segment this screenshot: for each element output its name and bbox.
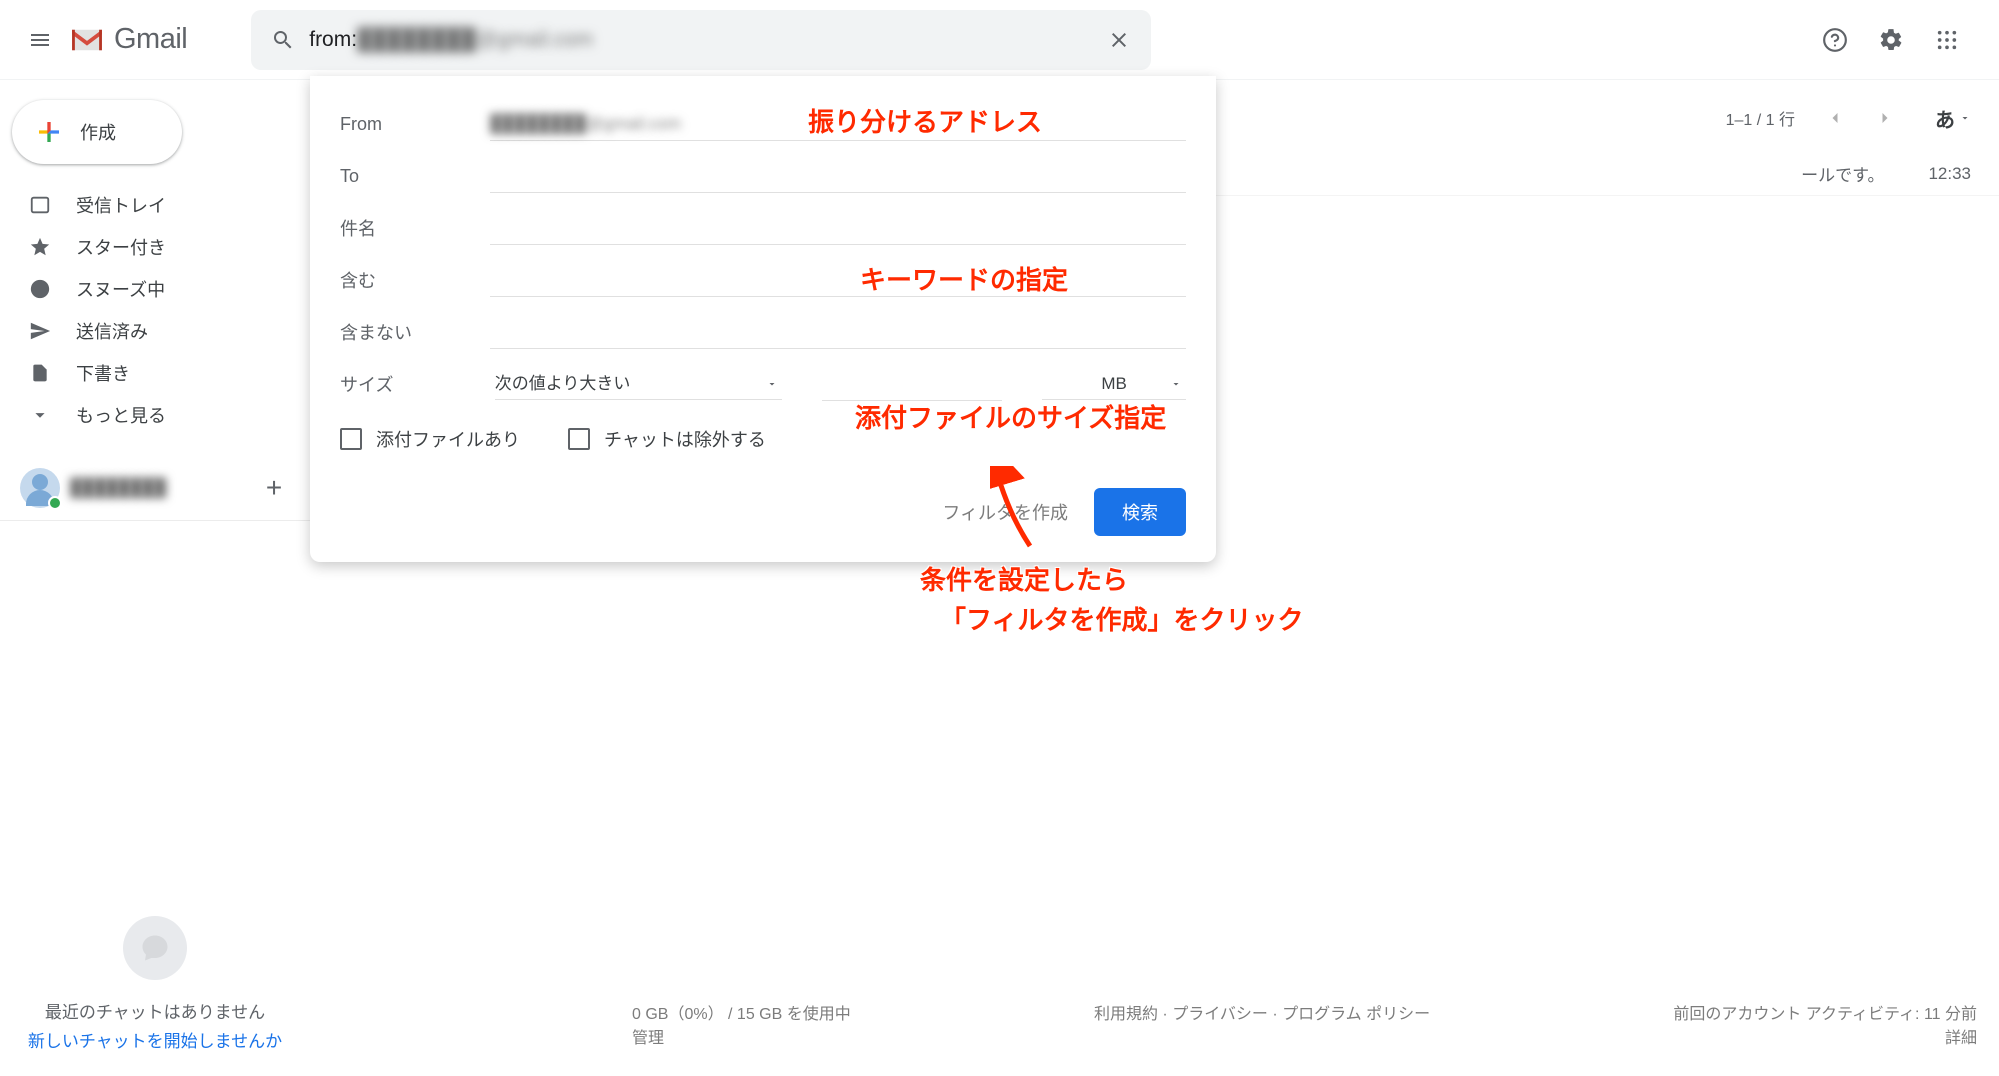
search-value-blurred: ████████@gmail.com <box>357 28 593 52</box>
inbox-icon <box>28 193 52 217</box>
caret-down-icon <box>1959 112 1971 124</box>
has-words-input[interactable] <box>490 264 1186 297</box>
input-tools-button[interactable]: あ <box>1929 100 1977 137</box>
close-icon <box>1107 28 1131 52</box>
add-contact-button[interactable]: + <box>256 472 292 504</box>
star-icon <box>28 235 52 259</box>
activity-text: 前回のアカウント アクティビティ: 11 分前 <box>1673 1000 1977 1024</box>
search-prefix: from: <box>309 28 357 52</box>
footer: 0 GB（0%） / 15 GB を使用中 管理 利用規約 · プライバシー ·… <box>632 1000 1977 1048</box>
subject-label: 件名 <box>340 215 490 241</box>
hamburger-icon <box>28 28 52 52</box>
prev-page-button[interactable] <box>1815 98 1855 138</box>
checkbox-icon <box>340 428 362 450</box>
file-icon <box>28 361 52 385</box>
sidebar: 作成 受信トレイ スター付き スヌーズ中 送信済み 下書き <box>0 80 310 1076</box>
sidebar-label: 受信トレイ <box>76 192 166 218</box>
storage-manage-link[interactable]: 管理 <box>632 1030 664 1047</box>
sidebar-item-snoozed[interactable]: スヌーズ中 <box>0 268 298 310</box>
size-operator-select[interactable]: 次の値より大きい <box>495 368 782 400</box>
page-count: 1–1 / 1 行 <box>1726 106 1795 130</box>
not-words-label: 含まない <box>340 319 490 345</box>
to-label: To <box>340 166 490 187</box>
size-unit-select[interactable]: MB <box>1042 368 1186 400</box>
create-filter-link[interactable]: フィルタを作成 <box>942 499 1068 525</box>
checkbox-icon <box>568 428 590 450</box>
sidebar-label: スター付き <box>76 234 166 260</box>
menu-button[interactable] <box>16 16 64 64</box>
has-attachment-checkbox[interactable]: 添付ファイルあり <box>340 426 520 452</box>
chevron-right-icon <box>1875 108 1895 128</box>
hangouts-empty-text: 最近のチャットはありません <box>0 998 310 1023</box>
user-row: ████████ + <box>0 460 310 521</box>
user-name-blurred: ████████ <box>70 478 256 498</box>
has-words-label: 含む <box>340 267 490 293</box>
gmail-logo-icon <box>68 26 106 54</box>
size-label: サイズ <box>340 371 475 397</box>
apps-button[interactable] <box>1923 16 1971 64</box>
apps-grid-icon <box>1936 29 1958 51</box>
activity-details-link[interactable]: 詳細 <box>1945 1030 1977 1047</box>
clock-icon <box>28 277 52 301</box>
annotation-click-line2: 「フィルタを作成」をクリック <box>940 600 1303 637</box>
compose-label: 作成 <box>80 119 116 145</box>
footer-links[interactable]: 利用規約 · プライバシー · プログラム ポリシー <box>1094 1000 1430 1048</box>
mail-time: 12:33 <box>1928 164 1971 184</box>
sidebar-item-more[interactable]: もっと見る <box>0 394 298 436</box>
size-value-input[interactable] <box>822 368 1002 401</box>
storage-text: 0 GB（0%） / 15 GB を使用中 <box>632 1000 851 1024</box>
presence-dot <box>48 496 62 510</box>
sidebar-label: 下書き <box>76 360 130 386</box>
sidebar-item-inbox[interactable]: 受信トレイ <box>0 184 298 226</box>
hangouts-area: 最近のチャットはありません 新しいチャットを開始しませんか <box>0 916 310 1076</box>
search-icon <box>263 20 303 60</box>
avatar[interactable] <box>20 468 60 508</box>
sidebar-label: 送信済み <box>76 318 148 344</box>
search-bar[interactable]: from:████████@gmail.com <box>251 10 1151 70</box>
clear-search-button[interactable] <box>1099 20 1139 60</box>
not-words-input[interactable] <box>490 316 1186 349</box>
help-button[interactable] <box>1811 16 1859 64</box>
hangouts-icon <box>123 916 187 980</box>
help-icon <box>1822 27 1848 53</box>
send-icon <box>28 319 52 343</box>
main-content: 1–1 / 1 行 あ ールです。 12:33 From ████████@gm… <box>310 80 1999 1076</box>
settings-button[interactable] <box>1867 16 1915 64</box>
exclude-chat-label: チャットは除外する <box>604 426 766 452</box>
sidebar-label: もっと見る <box>76 402 166 428</box>
gmail-logo[interactable]: Gmail <box>68 23 187 56</box>
hangouts-start-chat-link[interactable]: 新しいチャットを開始しませんか <box>0 1027 310 1052</box>
input-tools-label: あ <box>1935 104 1955 133</box>
has-attachment-label: 添付ファイルあり <box>376 426 520 452</box>
chevron-left-icon <box>1825 108 1845 128</box>
search-button[interactable]: 検索 <box>1094 488 1186 536</box>
sidebar-item-starred[interactable]: スター付き <box>0 226 298 268</box>
search-filter-dropdown: From ████████@gmail.com To 件名 含む 含まない <box>310 76 1216 562</box>
annotation-click-line1: 条件を設定したら <box>920 560 1128 597</box>
from-input[interactable]: ████████@gmail.com <box>490 108 1186 141</box>
sidebar-item-sent[interactable]: 送信済み <box>0 310 298 352</box>
from-label: From <box>340 114 490 135</box>
plus-icon <box>34 117 64 147</box>
gear-icon <box>1878 27 1904 53</box>
subject-input[interactable] <box>490 212 1186 245</box>
sidebar-label: スヌーズ中 <box>76 276 165 302</box>
sidebar-item-drafts[interactable]: 下書き <box>0 352 298 394</box>
next-page-button[interactable] <box>1865 98 1905 138</box>
search-input[interactable]: from:████████@gmail.com <box>303 28 1099 52</box>
to-input[interactable] <box>490 160 1186 193</box>
compose-button[interactable]: 作成 <box>12 100 182 164</box>
chevron-down-icon <box>28 403 52 427</box>
mail-snippet: ールです。 <box>1801 161 1884 186</box>
exclude-chat-checkbox[interactable]: チャットは除外する <box>568 426 766 452</box>
gmail-logo-text: Gmail <box>114 23 187 56</box>
